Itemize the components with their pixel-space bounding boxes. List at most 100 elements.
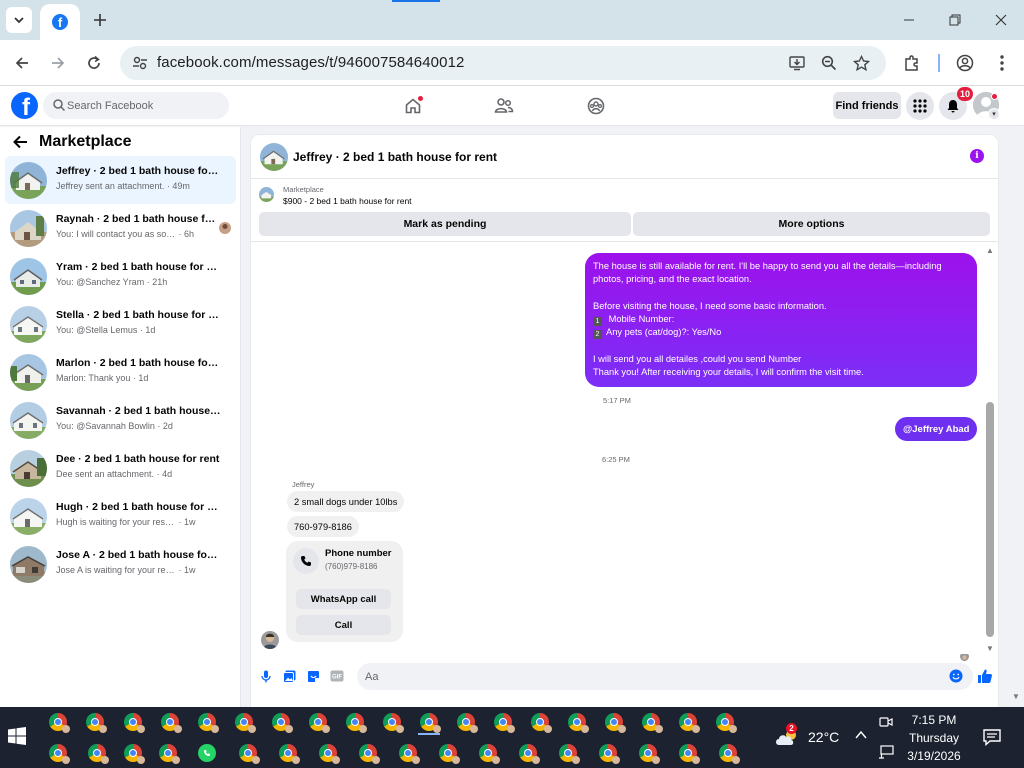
taskbar-chrome-window[interactable] [492, 711, 515, 733]
more-options-button[interactable]: More options [633, 212, 990, 236]
camera-icon[interactable] [879, 715, 893, 729]
notification-center-icon[interactable] [983, 728, 1001, 746]
taskbar-chrome-window[interactable] [47, 742, 70, 764]
gif-icon[interactable]: GIF [330, 669, 344, 683]
close-button[interactable] [978, 0, 1024, 40]
taskbar-chrome-window[interactable] [455, 711, 478, 733]
taskbar-chrome-window[interactable] [277, 742, 300, 764]
taskbar-chrome-window[interactable] [344, 711, 367, 733]
conversation-item-marlon[interactable]: Marlon · 2 bed 1 bath house for rent Mar… [5, 348, 236, 396]
taskbar-chrome-window[interactable] [157, 742, 180, 764]
taskbar-chrome-window[interactable] [381, 711, 404, 733]
taskbar-chrome-window[interactable] [637, 742, 660, 764]
url-text[interactable]: facebook.com/messages/t/946007584640012 [157, 54, 464, 71]
taskbar-chrome-window[interactable] [418, 711, 441, 733]
back-arrow-icon[interactable] [12, 134, 28, 150]
conversation-item-stella[interactable]: Stella · 2 bed 1 bath house for rent You… [5, 300, 236, 348]
windows-start-icon[interactable] [8, 727, 26, 745]
taskbar-chrome-window[interactable] [517, 742, 540, 764]
mention-message[interactable]: @Jeffrey Abad [895, 417, 978, 441]
conversation-item-hugh[interactable]: Hugh · 2 bed 1 bath house for rent Hugh … [5, 492, 236, 540]
taskbar-chrome-window[interactable] [566, 711, 589, 733]
incoming-message[interactable]: 2 small dogs under 10lbs [287, 491, 405, 512]
scroll-thumb[interactable] [986, 402, 994, 637]
tab-facebook[interactable]: f [40, 4, 80, 40]
incoming-message[interactable]: 760-979-8186 [287, 516, 359, 537]
reload-button[interactable] [80, 49, 108, 77]
site-settings-icon[interactable] [132, 55, 148, 71]
profile-button[interactable] [955, 53, 975, 73]
address-bar[interactable]: facebook.com/messages/t/946007584640012 [120, 46, 886, 80]
taskbar-chrome-window[interactable] [270, 711, 293, 733]
scroll-down-arrow-icon[interactable]: ▼ [986, 645, 994, 653]
chat-listing-thumbnail[interactable] [260, 143, 288, 171]
find-friends-button[interactable]: Find friends [833, 92, 901, 119]
outgoing-message[interactable]: The house is still available for rent. I… [585, 253, 977, 387]
conversation-info-icon[interactable]: i [970, 149, 984, 163]
taskbar-chrome-window[interactable] [357, 742, 380, 764]
conversation-item-yram[interactable]: Yram · 2 bed 1 bath house for rent You: … [5, 252, 236, 300]
conversation-item-jose[interactable]: Jose A · 2 bed 1 bath house for rent Jos… [5, 540, 236, 588]
whatsapp-call-button[interactable]: WhatsApp call [296, 589, 391, 609]
extensions-button[interactable] [902, 53, 922, 73]
menu-button[interactable] [906, 92, 934, 120]
taskbar-chrome-window[interactable] [437, 742, 460, 764]
taskbar-chrome-window[interactable] [603, 711, 626, 733]
scroll-up-arrow-icon[interactable]: ▲ [986, 247, 994, 255]
taskbar-whatsapp[interactable] [196, 742, 218, 764]
emoji-icon[interactable] [949, 669, 963, 683]
browser-menu-button[interactable] [992, 53, 1012, 73]
taskbar-chrome-window[interactable] [557, 742, 580, 764]
message-input[interactable] [357, 663, 973, 690]
taskbar-chrome-window[interactable] [677, 711, 700, 733]
conversation-item-raynah[interactable]: Raynah · 2 bed 1 bath house for ... You:… [5, 204, 236, 252]
nav-home[interactable] [401, 94, 425, 118]
nav-friends[interactable] [492, 94, 516, 118]
taskbar-chrome-window[interactable] [122, 711, 145, 733]
network-icon[interactable] [878, 745, 894, 759]
restore-button[interactable] [932, 0, 978, 40]
call-button[interactable]: Call [296, 615, 391, 635]
taskbar-chrome-window[interactable] [237, 742, 260, 764]
taskbar-chrome-window[interactable] [714, 711, 737, 733]
thread-scrollbar[interactable]: ▲ ▼ [985, 247, 995, 659]
taskbar-chrome-window[interactable] [677, 742, 700, 764]
taskbar-chrome-window[interactable] [640, 711, 663, 733]
tray-chevron-up-icon[interactable] [855, 730, 867, 740]
minimize-button[interactable] [886, 0, 932, 40]
taskbar-chrome-window[interactable] [84, 711, 107, 733]
conversation-item-dee[interactable]: Dee · 2 bed 1 bath house for rent Dee se… [5, 444, 236, 492]
nav-groups[interactable] [584, 94, 608, 118]
conversation-item-savannah[interactable]: Savannah · 2 bed 1 bath house for ... Yo… [5, 396, 236, 444]
taskbar-chrome-window[interactable] [597, 742, 620, 764]
taskbar-chrome-window[interactable] [477, 742, 500, 764]
forward-button[interactable] [44, 49, 72, 77]
taskbar-chrome-window[interactable] [233, 711, 256, 733]
taskbar-chrome-window[interactable] [47, 711, 70, 733]
facebook-search[interactable] [43, 92, 229, 119]
facebook-logo-icon[interactable]: f [11, 92, 38, 119]
account-chevron-icon[interactable]: ▾ [988, 108, 1000, 120]
weather-widget[interactable]: 2 22°C [774, 723, 839, 747]
taskbar-chrome-window[interactable] [307, 711, 330, 733]
sticker-icon[interactable] [306, 669, 320, 683]
back-button[interactable] [8, 49, 36, 77]
taskbar-chrome-window[interactable] [717, 742, 740, 764]
mark-as-pending-button[interactable]: Mark as pending [259, 212, 631, 236]
system-clock[interactable]: 7:15 PM Thursday 3/19/2026 [900, 711, 968, 765]
taskbar-chrome-window[interactable] [529, 711, 552, 733]
tab-search-button[interactable] [6, 7, 32, 33]
page-scroll-down-arrow-icon[interactable]: ▼ [1012, 692, 1022, 702]
notifications-button[interactable]: 10 [939, 87, 973, 120]
install-app-icon[interactable] [788, 54, 806, 72]
search-input[interactable] [67, 92, 223, 119]
thumbs-up-icon[interactable] [977, 668, 993, 684]
chat-title[interactable]: Jeffrey · 2 bed 1 bath house for rent [293, 150, 497, 164]
taskbar-chrome-window[interactable] [122, 742, 145, 764]
conversation-item-jeffrey[interactable]: Jeffrey · 2 bed 1 bath house for rent Je… [5, 156, 236, 204]
microphone-icon[interactable] [259, 669, 273, 683]
new-tab-button[interactable] [88, 8, 112, 32]
taskbar-chrome-window[interactable] [159, 711, 182, 733]
taskbar-chrome-window[interactable] [86, 742, 109, 764]
photo-icon[interactable] [282, 669, 296, 683]
